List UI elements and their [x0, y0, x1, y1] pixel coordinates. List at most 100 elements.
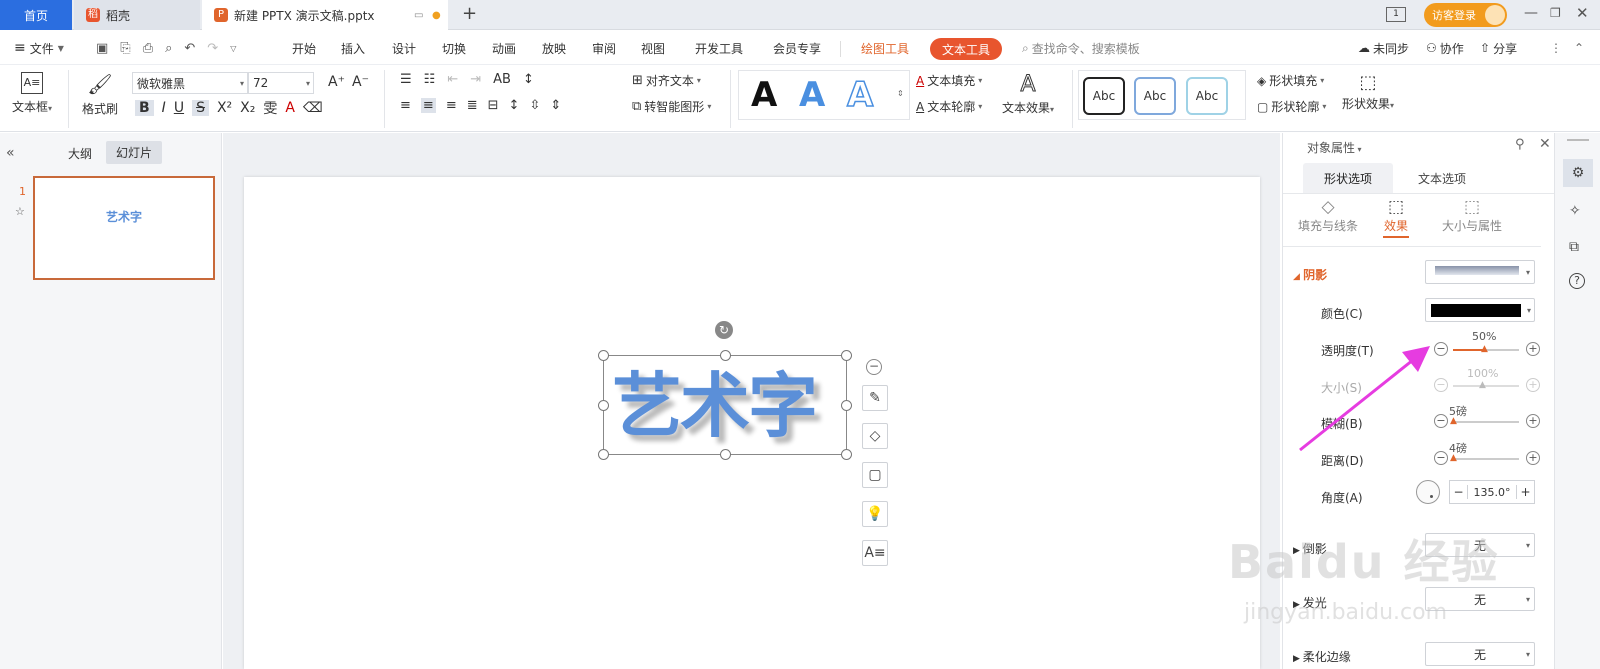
blur-plus-icon[interactable]: + [1526, 414, 1540, 428]
tab-slides[interactable]: 幻灯片 [106, 141, 163, 164]
menu-design[interactable]: 设计 [392, 31, 416, 65]
align-text-button[interactable]: ⊞ 对齐文本 ▾ [632, 72, 701, 89]
increase-font-icon[interactable]: A⁺ [328, 74, 345, 90]
strikethrough-icon[interactable]: S [192, 100, 209, 116]
font-color-icon[interactable]: A [285, 100, 295, 116]
menu-insert[interactable]: 插入 [341, 31, 365, 65]
login-button[interactable]: 访客登录 [1424, 3, 1507, 27]
soft-edge-section-header[interactable]: ▶ 柔化边缘 [1293, 648, 1351, 665]
subtab-effect[interactable]: ⬚ 效果 [1375, 197, 1417, 238]
share-button[interactable]: ⇧ 分享 [1480, 31, 1517, 65]
help-icon[interactable]: ? [1569, 273, 1585, 289]
menu-transition[interactable]: 切换 [442, 31, 466, 65]
shape-effect-button[interactable]: ⬚ 形状效果▾ [1342, 72, 1394, 112]
pin-icon[interactable]: ⚲ [1515, 137, 1525, 152]
resize-handle[interactable] [841, 400, 852, 411]
tab-document[interactable]: P 新建 PPTX 演示文稿.pptx ▭ ● [202, 0, 448, 30]
numbered-list-icon[interactable]: ☷ [424, 72, 436, 87]
art-text-box[interactable]: 艺术字 [603, 355, 847, 455]
menu-start[interactable]: 开始 [292, 31, 316, 65]
wordart-style-blue[interactable]: A [799, 75, 825, 115]
subtab-fill-line[interactable]: ◇ 填充与线条 [1291, 197, 1365, 234]
export-icon[interactable]: ⎘ [120, 41, 130, 56]
soft-edge-select[interactable]: 无 ▾ [1425, 642, 1535, 666]
menu-animation[interactable]: 动画 [492, 31, 516, 65]
smart-shape-button[interactable]: ⧉ 转智能图形 ▾ [632, 98, 711, 115]
edit-pen-icon[interactable]: ✎ [862, 385, 888, 411]
sync-status[interactable]: ☁ 未同步 [1358, 31, 1409, 65]
file-menu[interactable]: ≡ 文件 ▼ [14, 31, 64, 65]
customize-icon[interactable]: ▽ [230, 44, 236, 53]
resize-handle[interactable] [720, 350, 731, 361]
monitor-icon[interactable]: ▭ [414, 10, 423, 21]
phonetic-icon[interactable]: 雯 [263, 98, 277, 118]
angle-plus-icon[interactable]: + [1516, 485, 1534, 499]
angle-stepper[interactable]: − 135.0° + [1449, 480, 1535, 504]
tab-shape-options[interactable]: 形状选项 [1303, 163, 1393, 193]
transparency-thumb[interactable]: ▲ [1481, 344, 1488, 354]
tab-outline[interactable]: 大纲 [68, 145, 92, 162]
font-name-select[interactable]: 微软雅黑 ▾ [132, 72, 248, 94]
minimize-icon[interactable]: — [1524, 5, 1538, 21]
angle-minus-icon[interactable]: − [1450, 485, 1468, 499]
justify-icon[interactable]: ≣ [467, 98, 478, 113]
bullet-list-icon[interactable]: ☰ [400, 72, 412, 87]
collab-button[interactable]: ⚇ 协作 [1426, 31, 1464, 65]
pin-star-icon[interactable]: ✧ [1569, 203, 1581, 219]
increase-indent-icon[interactable]: ⇥ [470, 72, 481, 87]
tab-daoke[interactable]: 稻 稻壳 [74, 0, 200, 30]
undo-icon[interactable]: ↶ [184, 41, 195, 56]
close-icon[interactable]: ✕ [1576, 4, 1589, 22]
print-preview-icon[interactable]: ⌕ [165, 41, 172, 56]
textbox-button[interactable]: A≡ 文本框▾ [10, 72, 54, 115]
tab-text-options[interactable]: 文本选项 [1397, 163, 1487, 193]
wordart-style-black[interactable]: A [751, 75, 777, 115]
resize-handle[interactable] [598, 350, 609, 361]
text-format-icon[interactable]: A≡ [862, 540, 888, 566]
eraser-icon[interactable]: ⌫ [303, 100, 323, 116]
decrease-font-icon[interactable]: A⁻ [352, 74, 369, 90]
angle-value[interactable]: 135.0° [1468, 486, 1516, 499]
collapse-float-icon[interactable]: − [866, 359, 882, 375]
lightbulb-icon[interactable]: 💡 [862, 501, 888, 527]
copy-slide-icon[interactable]: ⧉ [1569, 239, 1579, 255]
underline-icon[interactable]: U [174, 100, 184, 116]
superscript-icon[interactable]: X² [217, 100, 232, 116]
italic-icon[interactable]: I [162, 100, 166, 116]
line-spacing-icon[interactable]: ↕ [509, 98, 520, 113]
shape-style-blue[interactable]: Abc [1134, 77, 1176, 115]
print-icon[interactable]: ⎙ [143, 41, 153, 56]
text-direction-icon[interactable]: AB [493, 72, 511, 87]
resize-handle[interactable] [598, 400, 609, 411]
bold-icon[interactable]: B [135, 100, 154, 116]
font-size-select[interactable]: 72 ▾ [248, 72, 314, 94]
angle-dial[interactable] [1416, 480, 1440, 504]
more-icon[interactable]: ⋮ [1550, 31, 1562, 65]
distance-plus-icon[interactable]: + [1526, 451, 1540, 465]
distribute-icon[interactable]: ⊟ [488, 98, 499, 113]
text-outline-button[interactable]: A 文本轮廓 ▾ [916, 98, 982, 115]
menu-member[interactable]: 会员专享 [773, 31, 821, 65]
save-icon[interactable]: ▣ [96, 41, 108, 56]
shadow-preset-select[interactable]: ▾ [1425, 260, 1535, 284]
panel-title[interactable]: 对象属性 ▾ [1307, 139, 1362, 156]
resize-handle[interactable] [598, 449, 609, 460]
resize-handle[interactable] [841, 449, 852, 460]
new-tab-button[interactable]: + [462, 3, 477, 24]
decrease-indent-icon[interactable]: ⇤ [447, 72, 458, 87]
art-text[interactable]: 艺术字 [612, 362, 818, 450]
menu-developer[interactable]: 开发工具 [695, 31, 743, 65]
align-left-icon[interactable]: ≡ [400, 98, 411, 113]
shape-style-dark[interactable]: Abc [1083, 77, 1125, 115]
close-panel-icon[interactable]: ✕ [1539, 136, 1551, 152]
slide-thumbnail[interactable]: 艺术字 [33, 176, 215, 280]
search-command[interactable]: ⌕ 查找命令、搜索模板 [1022, 31, 1140, 65]
restore-icon[interactable]: ❐ [1550, 6, 1561, 20]
menu-text-tools[interactable]: 文本工具 [930, 38, 1003, 60]
sort-icon[interactable]: ↕ [523, 72, 534, 87]
outline-box-icon[interactable]: ▢ [862, 462, 888, 488]
fill-color-icon[interactable]: ◇ [862, 423, 888, 449]
align-center-icon[interactable]: ≡ [420, 98, 436, 113]
resize-handle[interactable] [841, 350, 852, 361]
paragraph-spacing-icon[interactable]: ⇳ [529, 98, 540, 113]
